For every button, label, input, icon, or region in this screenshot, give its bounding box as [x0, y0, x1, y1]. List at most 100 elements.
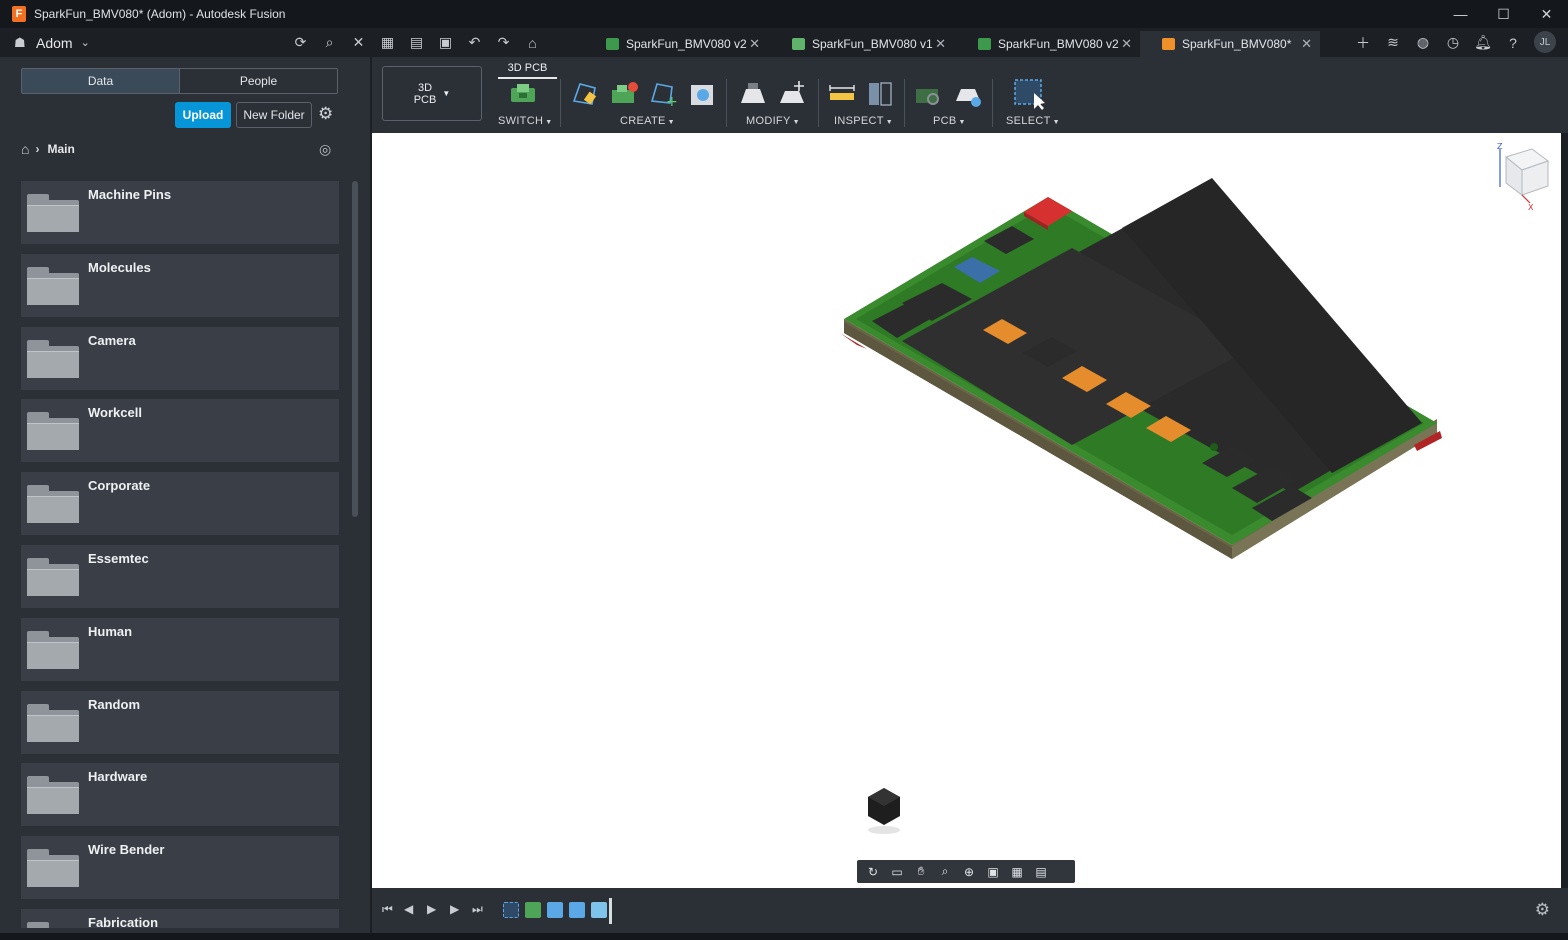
go-to-start-icon[interactable]: ⏮: [382, 902, 393, 917]
folder-item[interactable]: Machine Pins: [21, 181, 339, 244]
timeline-settings-icon[interactable]: ⚙: [1535, 900, 1550, 920]
folder-name: Fabrication: [88, 915, 159, 928]
select-group-label[interactable]: SELECT ▼: [1006, 115, 1060, 127]
tab-label: SparkFun_BMV080 v1: [812, 37, 933, 51]
timeline-marker[interactable]: [609, 898, 612, 924]
select-window-icon[interactable]: [1012, 77, 1046, 111]
folder-item[interactable]: Fabrication: [21, 909, 339, 928]
team-selector[interactable]: ☗ Adom ⌄: [14, 35, 96, 51]
search-icon[interactable]: ⌕: [315, 29, 344, 57]
step-forward-icon[interactable]: ▶: [450, 902, 459, 916]
close-button[interactable]: ✕: [1525, 0, 1568, 28]
display-settings-icon[interactable]: ▣: [981, 862, 1005, 882]
divider: [818, 79, 819, 127]
go-to-end-icon[interactable]: ⏭: [472, 902, 483, 917]
team-name: Adom: [36, 34, 73, 51]
home-icon[interactable]: ⌂: [518, 29, 547, 57]
pcb-link-icon[interactable]: [913, 79, 943, 109]
home-icon[interactable]: ⌂: [21, 141, 29, 157]
create-outline-icon[interactable]: +: [648, 79, 678, 109]
new-folder-button[interactable]: New Folder: [236, 102, 312, 128]
document-tab-2[interactable]: SparkFun_BMV080 v1 ✕: [782, 31, 954, 57]
redo-icon[interactable]: ↷: [489, 29, 518, 57]
folder-item[interactable]: Essemtec: [21, 545, 339, 608]
user-avatar[interactable]: JL: [1534, 31, 1556, 53]
pan-icon[interactable]: ✋︎: [909, 862, 933, 882]
online-status-icon[interactable]: ◍: [1408, 30, 1438, 55]
panel-scrollbar[interactable]: [352, 181, 358, 517]
inspect-group-label[interactable]: INSPECT ▼: [834, 115, 893, 127]
look-at-icon[interactable]: ▭: [885, 862, 909, 882]
zoom-icon[interactable]: ⌕: [933, 862, 957, 882]
section-analysis-icon[interactable]: [865, 79, 895, 109]
pcb-group-label[interactable]: PCB ▼: [933, 115, 966, 127]
move-component-icon[interactable]: [777, 79, 807, 109]
tab-data[interactable]: Data: [22, 69, 180, 93]
close-tab-icon[interactable]: ✕: [749, 36, 760, 52]
close-tab-icon[interactable]: ✕: [1301, 36, 1312, 52]
tab-3d-pcb[interactable]: 3D PCB: [498, 59, 557, 79]
notifications-icon[interactable]: 🔔︎: [1468, 30, 1498, 55]
folder-item[interactable]: Random: [21, 690, 339, 754]
derive-body-icon[interactable]: [687, 79, 717, 109]
close-tab-icon[interactable]: ✕: [1121, 36, 1132, 52]
view-cube[interactable]: Z X: [1494, 143, 1554, 213]
upload-button[interactable]: Upload: [175, 102, 231, 128]
grid-apps-icon[interactable]: ▦: [373, 29, 402, 57]
document-tab-4-active[interactable]: SparkFun_BMV080* ✕: [1140, 31, 1320, 57]
minimize-button[interactable]: —: [1439, 0, 1482, 28]
pcb-settings-icon[interactable]: [953, 79, 983, 109]
document-tab-1[interactable]: SparkFun_BMV080 v2 ✕: [596, 31, 768, 57]
file-menu-icon[interactable]: ▤: [402, 29, 431, 57]
switch-group-label[interactable]: SWITCH ▼: [498, 115, 552, 127]
folder-item[interactable]: Hardware: [21, 763, 339, 827]
close-tab-icon[interactable]: ✕: [935, 36, 946, 52]
create-component-icon[interactable]: [609, 79, 639, 109]
grid-settings-icon[interactable]: ▦: [1005, 862, 1029, 882]
new-tab-icon[interactable]: ＋: [1348, 30, 1378, 55]
viewports-icon[interactable]: ▤: [1029, 862, 1053, 882]
folder-item[interactable]: Wire Bender: [21, 836, 339, 900]
timeline-pcb-icon[interactable]: [525, 902, 541, 918]
workspace-switcher[interactable]: 3D PCB ▼: [382, 66, 482, 121]
push-pull-icon[interactable]: [738, 79, 768, 109]
switch-pcb-icon[interactable]: [508, 79, 538, 109]
globe-icon[interactable]: ◎: [319, 141, 331, 158]
help-icon[interactable]: ?: [1498, 30, 1528, 55]
job-status-icon[interactable]: ◷: [1438, 30, 1468, 55]
play-icon[interactable]: ▶: [427, 902, 436, 916]
timeline-sketch-icon[interactable]: [503, 902, 519, 918]
measure-icon[interactable]: [827, 79, 857, 109]
extensions-icon[interactable]: ≋: [1378, 30, 1408, 55]
top-right-tools: ＋ ≋ ◍ ◷ 🔔︎ ? JL: [1348, 30, 1556, 55]
svg-text:X: X: [1528, 203, 1534, 212]
sketch-create-icon[interactable]: [570, 79, 600, 109]
save-icon[interactable]: ▣: [431, 29, 460, 57]
modify-group-label[interactable]: MODIFY ▼: [746, 115, 800, 127]
folder-item[interactable]: Corporate: [21, 472, 339, 536]
folder-item[interactable]: Workcell: [21, 399, 339, 463]
workspace-label-line1: 3D: [418, 81, 433, 94]
breadcrumb-current[interactable]: Main: [47, 142, 74, 156]
fit-icon[interactable]: ⊕: [957, 862, 981, 882]
refresh-icon[interactable]: ⟳: [286, 29, 315, 57]
timeline-move-icon[interactable]: [591, 902, 607, 918]
folder-item[interactable]: Molecules: [21, 253, 339, 317]
folder-item[interactable]: Human: [21, 617, 339, 681]
undo-icon[interactable]: ↶: [460, 29, 489, 57]
close-panel-icon[interactable]: ✕: [344, 29, 373, 57]
step-back-icon[interactable]: ◀: [404, 902, 413, 916]
timeline-body-icon[interactable]: [547, 902, 563, 918]
create-group-label[interactable]: CREATE ▼: [620, 115, 675, 127]
document-tab-3[interactable]: SparkFun_BMV080 v2 ✕: [968, 31, 1140, 57]
orbit-icon[interactable]: ↻: [861, 862, 885, 882]
timeline-body-icon[interactable]: [569, 902, 585, 918]
tab-label: SparkFun_BMV080 v2: [626, 37, 747, 51]
folder-item[interactable]: Camera: [21, 326, 339, 390]
3d-viewport[interactable]: Z X ↻ ▭ ✋︎ ⌕ ⊕ ▣ ▦ ▤: [372, 133, 1561, 888]
tab-people[interactable]: People: [180, 69, 337, 93]
gear-icon[interactable]: ⚙: [318, 104, 333, 124]
maximize-button[interactable]: ☐: [1482, 0, 1525, 28]
pcb-3d-model[interactable]: [372, 133, 1561, 888]
schematic-document-icon: [792, 38, 805, 50]
